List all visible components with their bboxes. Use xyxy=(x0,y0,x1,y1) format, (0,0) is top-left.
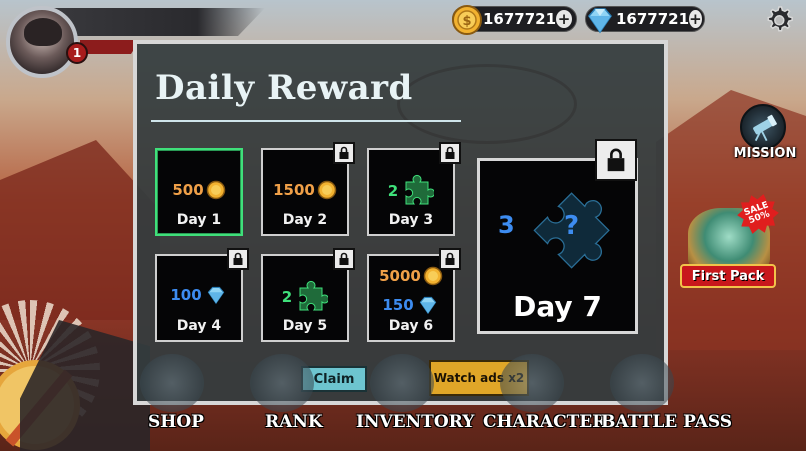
nav-item-inventory[interactable]: INVENTORY xyxy=(356,412,474,432)
lock-icon xyxy=(333,248,355,270)
diamond-icon xyxy=(207,286,224,305)
reward-tile-day-1[interactable]: 500 Day 1 xyxy=(155,148,243,236)
reward-tile-day-5: 2 Day 5 xyxy=(261,248,355,342)
gear-icon[interactable] xyxy=(763,4,795,36)
add-gold-button[interactable]: + xyxy=(556,10,572,28)
reward-gold-row: 5000 xyxy=(369,266,453,286)
gold-amount: 1677721 xyxy=(483,10,557,28)
day-label: Day 7 xyxy=(513,290,602,323)
lock-icon xyxy=(333,142,355,164)
reward-amount: 500 xyxy=(172,181,204,199)
daily-reward-panel: Daily Reward 500 Day 1 1500 Day 2 2 Day … xyxy=(133,40,668,405)
reward-tile-day-2: 1500 Day 2 xyxy=(261,142,355,236)
avatar[interactable] xyxy=(6,6,78,78)
shop-icon xyxy=(140,354,204,412)
bottom-nav: SHOP RANK INVENTORY CHARACTER BATTLE PAS… xyxy=(0,412,806,442)
mystery-mark: ? xyxy=(564,211,580,241)
nav-icon-strip xyxy=(130,354,710,414)
telescope-icon xyxy=(740,104,786,150)
day-label: Day 4 xyxy=(176,318,222,334)
inventory-icon xyxy=(370,354,434,412)
reward-gem-amount: 150 xyxy=(382,296,414,314)
reward-tile-day-7: 3 ? Day 7 xyxy=(477,139,638,334)
level-badge: 1 xyxy=(66,42,88,64)
battle-pass-icon xyxy=(610,354,674,412)
title-divider xyxy=(151,120,461,122)
reward-tile-day-4: 100 Day 4 xyxy=(155,248,249,342)
puzzle-piece-icon xyxy=(299,280,329,311)
reward-amount: 100 xyxy=(170,286,202,304)
first-pack-offer[interactable]: SALE 50% First Pack xyxy=(676,194,786,294)
player-profile[interactable]: 1 xyxy=(6,6,88,86)
reward-tile-day-6: 5000 150 Day 6 xyxy=(367,248,461,342)
gold-coin-icon xyxy=(206,180,225,200)
panel-title: Daily Reward xyxy=(155,68,413,108)
nav-item-character[interactable]: CHARACTER xyxy=(483,412,606,432)
reward-amount: 2 xyxy=(281,288,293,306)
lock-icon xyxy=(227,248,249,270)
lock-icon xyxy=(595,139,637,181)
diamond-icon xyxy=(588,8,612,34)
character-icon xyxy=(500,354,564,412)
puzzle-piece-icon xyxy=(405,174,435,205)
reward-gold-amount: 5000 xyxy=(379,267,421,285)
day-label: Day 2 xyxy=(282,212,328,228)
reward-amount-row: 2 xyxy=(263,280,347,314)
reward-amount: 1500 xyxy=(273,181,315,199)
reward-amount-row: 1500 xyxy=(263,180,347,200)
day-label: Day 1 xyxy=(176,212,222,228)
game-screen: 1 $ 1677721 + 1677721 + MISSION SALE 50%… xyxy=(0,0,806,451)
reward-amount-row: 2 xyxy=(369,174,453,208)
svg-text:$: $ xyxy=(462,14,471,29)
gem-amount: 1677721 xyxy=(616,10,690,28)
nav-item-rank[interactable]: RANK xyxy=(265,412,323,432)
panel-decoration xyxy=(397,64,577,144)
gold-coin-icon xyxy=(423,266,443,286)
reward-amount-row: 100 xyxy=(157,284,241,306)
diamond-icon xyxy=(419,296,436,315)
player-health-bar xyxy=(80,40,140,54)
gold-counter: $ 1677721 + xyxy=(452,5,577,35)
trophy-icon xyxy=(250,354,314,412)
reward-amount-row: 500 xyxy=(157,180,241,200)
reward-amount: 2 xyxy=(387,182,399,200)
reward-gem-row: 150 xyxy=(369,294,453,316)
day-label: Day 6 xyxy=(388,318,434,334)
nav-item-shop[interactable]: SHOP xyxy=(148,412,204,432)
mission-label: MISSION xyxy=(733,146,797,161)
gold-coin-icon: $ xyxy=(452,5,482,35)
mission-button[interactable]: MISSION xyxy=(730,104,800,164)
nav-item-battle-pass[interactable]: BATTLE PASS xyxy=(601,412,732,432)
reward-tile-day-3: 2 Day 3 xyxy=(367,142,461,236)
lock-icon xyxy=(439,142,461,164)
add-gems-button[interactable]: + xyxy=(689,10,702,28)
day-label: Day 3 xyxy=(388,212,434,228)
gem-counter: 1677721 + xyxy=(585,6,705,34)
gold-coin-icon xyxy=(317,180,337,200)
day-label: Day 5 xyxy=(282,318,328,334)
first-pack-label: First Pack xyxy=(680,264,776,288)
reward-amount: 3 xyxy=(498,211,515,239)
